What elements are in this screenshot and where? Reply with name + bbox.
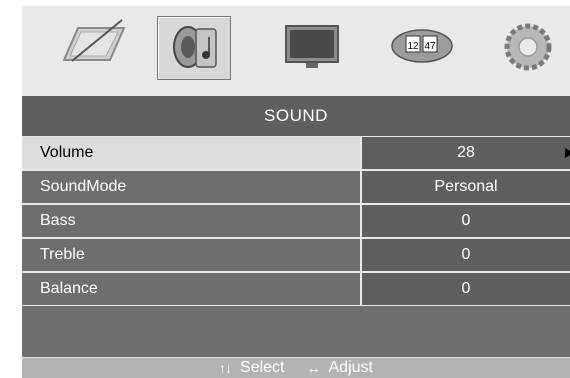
menu-item-value[interactable]: 28 [362, 137, 570, 169]
menu-item-label: Treble [22, 239, 360, 271]
tab-picture[interactable] [58, 16, 130, 78]
setup-icon [504, 23, 552, 71]
menu-item-label: Volume [22, 137, 360, 169]
up-down-arrow-icon: ↑↓ [219, 360, 232, 376]
menu-item-value[interactable]: Personal [362, 171, 570, 203]
tab-screen[interactable] [276, 16, 348, 78]
menu-item-balance[interactable]: Balance 0 [22, 273, 570, 305]
help-select-label: Select [240, 359, 285, 376]
menu-item-volume[interactable]: Volume 28 [22, 137, 570, 169]
menu-title: SOUND [22, 96, 570, 136]
menu-item-soundmode[interactable]: SoundMode Personal [22, 171, 570, 203]
time-icon-hours: 12 [407, 41, 419, 52]
tab-setup[interactable] [492, 16, 564, 78]
menu-item-treble[interactable]: Treble 0 [22, 239, 570, 271]
increase-arrow-icon[interactable] [565, 148, 570, 158]
menu-item-label: Bass [22, 205, 360, 237]
category-icon-bar: 12 47 [22, 6, 570, 90]
tab-sound[interactable] [157, 16, 231, 80]
osd-menu: 12 47 SOUND Volume 28 SoundMode Personal… [22, 6, 570, 378]
help-select: ↑↓ Select [219, 359, 284, 377]
left-right-arrow-icon: ↔ [306, 360, 321, 376]
time-icon: 12 47 [391, 29, 453, 63]
menu-item-value[interactable]: 0 [362, 273, 570, 305]
menu-item-value[interactable]: 0 [362, 239, 570, 271]
menu-item-label: SoundMode [22, 171, 360, 203]
menu-item-value[interactable]: 0 [362, 205, 570, 237]
help-adjust: ↔ Adjust [307, 359, 373, 377]
help-adjust-label: Adjust [328, 359, 373, 376]
menu-item-label: Balance [22, 273, 360, 305]
tab-time[interactable]: 12 47 [386, 16, 458, 78]
screen-icon [285, 25, 339, 68]
menu-item-bass[interactable]: Bass 0 [22, 205, 570, 237]
menu-list: Volume 28 SoundMode Personal Bass 0 Treb… [22, 137, 570, 307]
menu-empty-area [22, 306, 570, 357]
picture-icon [62, 19, 126, 62]
time-icon-minutes: 47 [424, 41, 436, 52]
help-bar: ↑↓ Select ↔ Adjust [22, 358, 570, 378]
sound-icon [173, 26, 217, 68]
